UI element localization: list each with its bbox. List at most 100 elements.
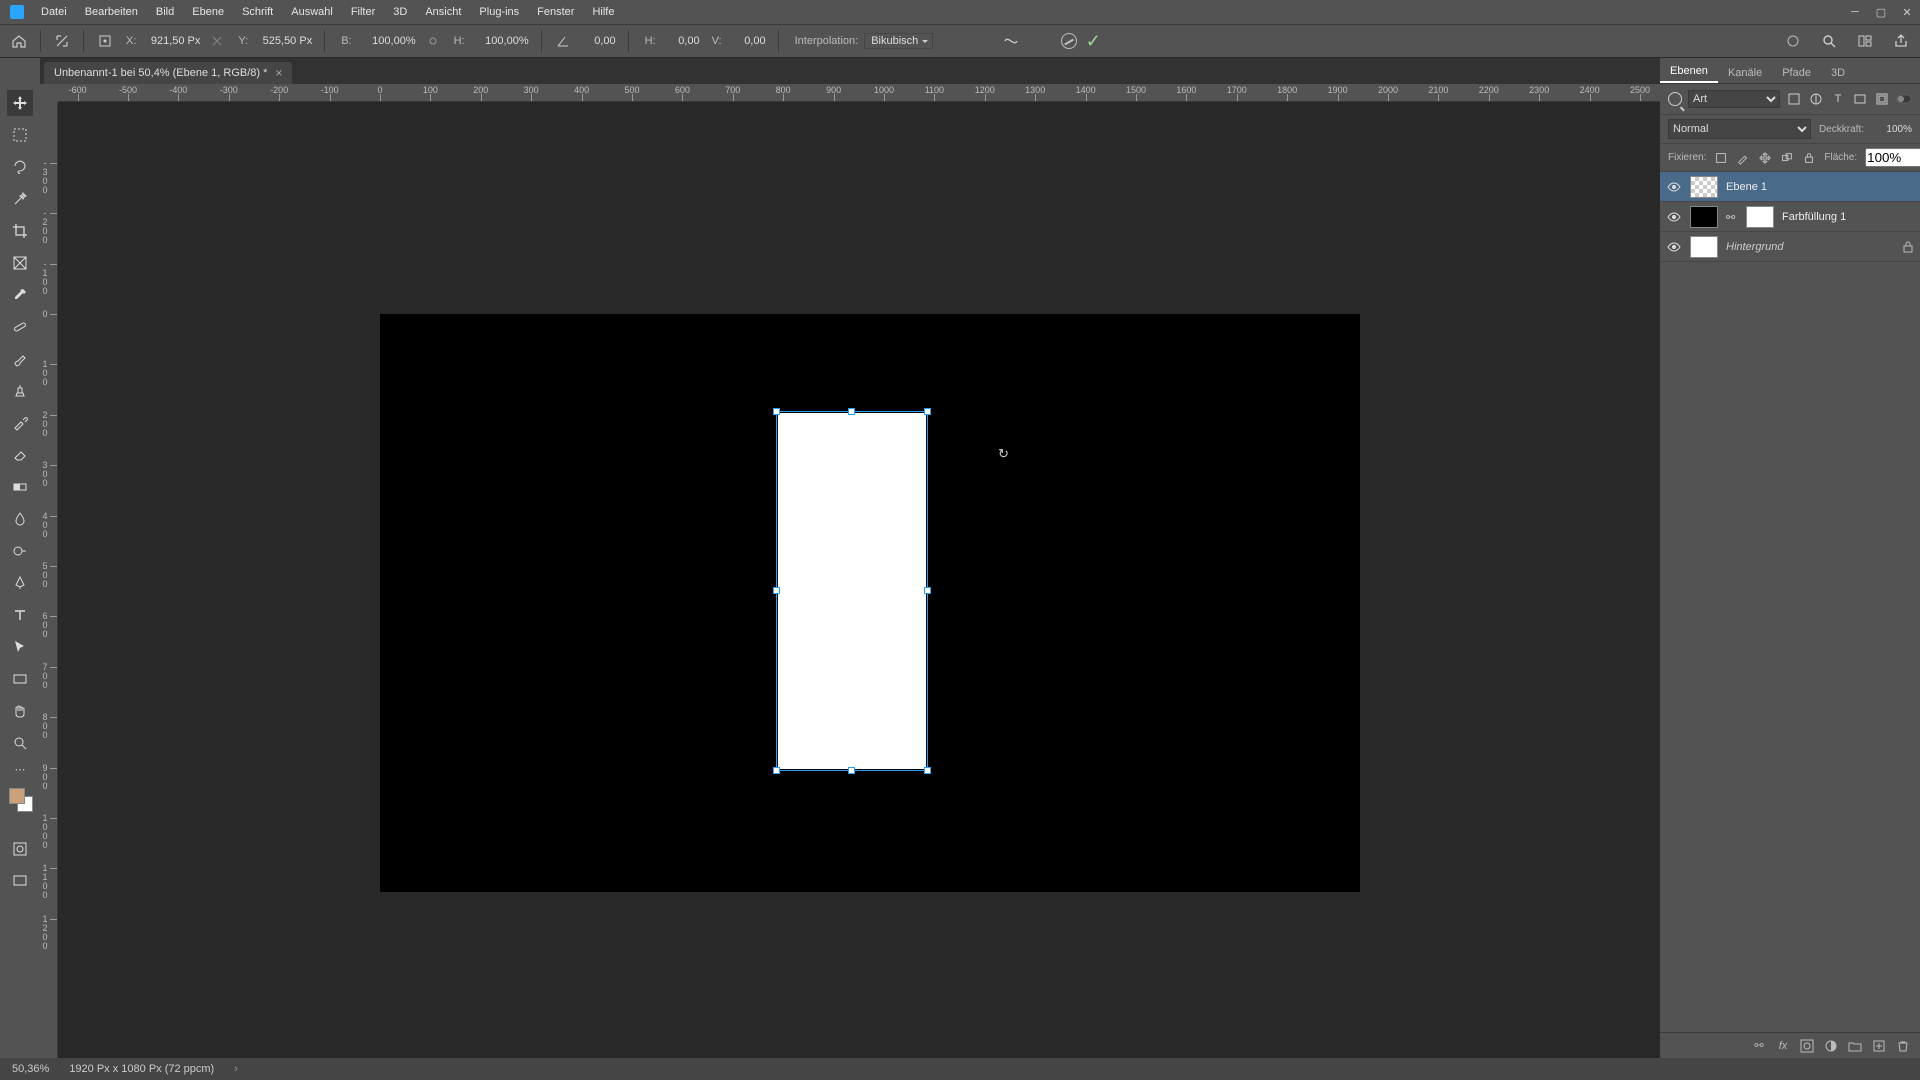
y-field[interactable] [254,35,314,47]
menu-bearbeiten[interactable]: Bearbeiten [76,0,147,24]
transform-handle-top-right[interactable] [924,408,931,415]
filter-type-icon[interactable]: T [1830,91,1846,107]
skew-h-field[interactable] [662,35,702,47]
menu-auswahl[interactable]: Auswahl [282,0,342,24]
layer-name[interactable]: Hintergrund [1726,241,1894,253]
panel-tab-pfade[interactable]: Pfade [1772,63,1821,83]
window-close-button[interactable]: ✕ [1894,0,1920,24]
blur-tool[interactable] [7,506,33,532]
x-field[interactable] [142,35,202,47]
workspace-icon[interactable] [1854,30,1876,52]
eraser-tool[interactable] [7,442,33,468]
layer-search-icon[interactable] [1668,92,1682,106]
menu-fenster[interactable]: Fenster [528,0,583,24]
panel-tab-3d[interactable]: 3D [1821,63,1855,83]
width-field[interactable] [358,35,418,47]
type-tool[interactable] [7,602,33,628]
filter-smart-icon[interactable] [1874,91,1890,107]
layer-thumbnail[interactable] [1690,176,1718,198]
delete-layer-icon[interactable] [1896,1039,1910,1053]
menu-3d[interactable]: 3D [384,0,416,24]
opacity-field[interactable] [1872,124,1912,135]
commit-transform-button[interactable]: ✓ [1083,31,1103,51]
layer-row[interactable]: ⚯ Farbfüllung 1 [1660,202,1920,232]
layer-thumbnail[interactable] [1690,236,1718,258]
aspect-link-icon[interactable] [422,30,444,52]
angle-field[interactable] [578,35,618,47]
layer-name[interactable]: Farbfüllung 1 [1782,211,1914,223]
lock-all-icon[interactable] [1802,151,1816,165]
layer-mask-thumbnail[interactable] [1746,206,1774,228]
layer-filter-dropdown[interactable]: Art [1688,90,1780,108]
window-maximize-button[interactable]: ▢ [1868,0,1894,24]
healing-brush-tool[interactable] [7,314,33,340]
history-brush-tool[interactable] [7,410,33,436]
new-adjustment-icon[interactable] [1824,1039,1838,1053]
filter-toggle-switch[interactable] [1896,91,1912,107]
filter-pixel-icon[interactable] [1786,91,1802,107]
canvas-viewport[interactable]: ↻ [58,102,1660,1058]
menu-bild[interactable]: Bild [147,0,183,24]
cancel-transform-button[interactable] [1059,31,1079,51]
clone-stamp-tool[interactable] [7,378,33,404]
menu-filter[interactable]: Filter [342,0,384,24]
skew-v-field[interactable] [728,35,768,47]
panel-tab-ebenen[interactable]: Ebenen [1660,61,1718,83]
reference-point-icon[interactable] [94,30,116,52]
lasso-tool[interactable] [7,154,33,180]
menu-datei[interactable]: Datei [32,0,76,24]
document-tab[interactable]: Unbenannt-1 bei 50,4% (Ebene 1, RGB/8) *… [44,62,292,84]
link-layers-icon[interactable]: ⚯ [1752,1039,1766,1053]
layer-visibility-icon[interactable] [1666,239,1682,255]
dodge-tool[interactable] [7,538,33,564]
new-group-icon[interactable] [1848,1039,1862,1053]
warp-mode-icon[interactable] [1001,31,1021,51]
zoom-tool[interactable] [7,730,33,756]
window-minimize-button[interactable]: ─ [1842,0,1868,24]
transform-handle-bottom-mid[interactable] [848,767,855,774]
layer-visibility-icon[interactable] [1666,179,1682,195]
close-tab-icon[interactable]: × [275,62,282,84]
quick-mask-icon[interactable] [7,836,33,862]
color-swatches[interactable] [7,786,33,812]
share-icon[interactable] [1890,30,1912,52]
blend-mode-dropdown[interactable]: Normal [1668,119,1811,139]
vertical-ruler[interactable]: - 3 0 0- 2 0 0- 1 0 001 0 02 0 03 0 04 0… [40,102,58,1058]
magic-wand-tool[interactable] [7,186,33,212]
xy-swap-icon[interactable] [206,30,228,52]
path-select-tool[interactable] [7,634,33,660]
frame-tool[interactable] [7,250,33,276]
pen-tool[interactable] [7,570,33,596]
brush-tool[interactable] [7,346,33,372]
new-layer-icon[interactable] [1872,1039,1886,1053]
menu-plug-ins[interactable]: Plug-ins [470,0,528,24]
lock-pixels-icon[interactable] [1736,151,1750,165]
horizontal-ruler[interactable]: -600-500-400-300-200-1000100200300400500… [58,84,1660,102]
transform-handle-mid-left[interactable] [773,587,780,594]
panel-tab-kanäle[interactable]: Kanäle [1718,63,1772,83]
marquee-tool[interactable] [7,122,33,148]
menu-schrift[interactable]: Schrift [233,0,282,24]
transform-handle-top-left[interactable] [773,408,780,415]
status-docinfo[interactable]: 1920 Px x 1080 Px (72 ppcm) [69,1063,214,1075]
cloud-docs-icon[interactable] [1782,30,1804,52]
canvas[interactable]: ↻ [380,314,1360,892]
lock-position-icon[interactable] [1758,151,1772,165]
filter-shape-icon[interactable] [1852,91,1868,107]
lock-nesting-icon[interactable] [1780,151,1794,165]
hand-tool[interactable] [7,698,33,724]
fill-field[interactable] [1865,148,1920,167]
layer-row[interactable]: Hintergrund [1660,232,1920,262]
layer-mask-link-icon[interactable]: ⚯ [1726,211,1738,223]
layer-name[interactable]: Ebene 1 [1726,181,1914,193]
layer-visibility-icon[interactable] [1666,209,1682,225]
interpolation-dropdown[interactable]: Bikubisch [864,33,933,49]
transform-tool-icon[interactable] [51,30,73,52]
transform-handle-top-mid[interactable] [848,408,855,415]
height-field[interactable] [471,35,531,47]
menu-ansicht[interactable]: Ansicht [416,0,470,24]
layer-row[interactable]: Ebene 1 [1660,172,1920,202]
menu-ebene[interactable]: Ebene [183,0,233,24]
search-icon[interactable] [1818,30,1840,52]
home-icon[interactable] [8,30,30,52]
